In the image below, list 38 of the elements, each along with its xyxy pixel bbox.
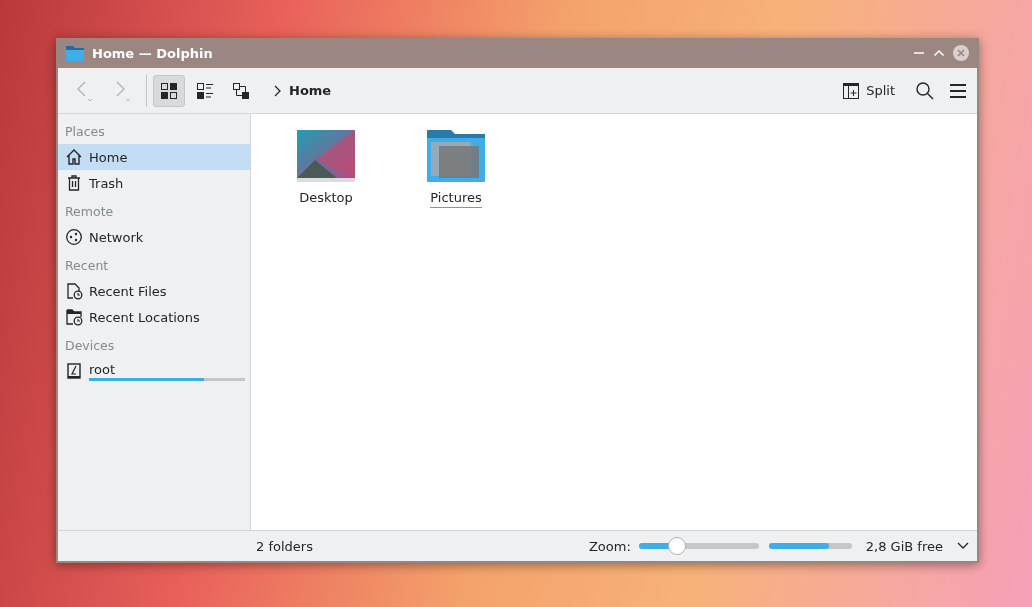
maximize-icon[interactable] <box>933 47 945 59</box>
details-view-icon <box>232 81 250 100</box>
folder-name[interactable]: Desktop <box>299 190 353 208</box>
chevron-icon <box>273 84 281 97</box>
drive-icon <box>65 362 83 380</box>
place-item[interactable]: Network <box>58 224 250 250</box>
folder-icon <box>66 45 84 61</box>
place-item[interactable]: Recent Locations <box>58 304 250 330</box>
compact-view-icon <box>196 81 214 100</box>
menu-icon[interactable] <box>949 82 967 99</box>
place-item[interactable]: Home <box>58 144 250 170</box>
dropdown-icon[interactable] <box>957 542 969 550</box>
breadcrumb-item[interactable]: Home <box>289 83 332 98</box>
free-space-text: 2,8 GiB free <box>865 538 943 554</box>
section-heading: Recent <box>64 257 110 275</box>
pictures-folder-icon <box>427 130 485 182</box>
icons-view-icon <box>160 81 178 100</box>
icons-view-button[interactable] <box>153 74 185 107</box>
home-icon <box>65 148 83 166</box>
recent-folder-icon <box>65 308 83 326</box>
folder-name[interactable]: Pictures <box>430 190 482 208</box>
place-item[interactable]: Trash <box>58 170 250 196</box>
section-heading: Places <box>64 123 106 141</box>
section-heading: Devices <box>64 337 116 355</box>
recent-file-icon <box>65 282 83 300</box>
network-icon <box>65 228 83 246</box>
search-icon[interactable] <box>915 80 935 101</box>
window-title: Home — Dolphin <box>92 45 214 61</box>
place-item[interactable]: Recent Files <box>58 278 250 304</box>
status-summary: 2 folders <box>256 538 313 554</box>
split-view-icon <box>842 81 861 100</box>
split-button[interactable]: Split <box>836 77 901 104</box>
desktop-folder-icon <box>297 130 355 182</box>
trash-icon <box>65 174 83 192</box>
section-heading: Remote <box>64 203 115 221</box>
place-item[interactable]: root <box>58 358 250 384</box>
zoom-label: Zoom: <box>588 538 631 554</box>
zoom-slider[interactable] <box>638 537 759 555</box>
